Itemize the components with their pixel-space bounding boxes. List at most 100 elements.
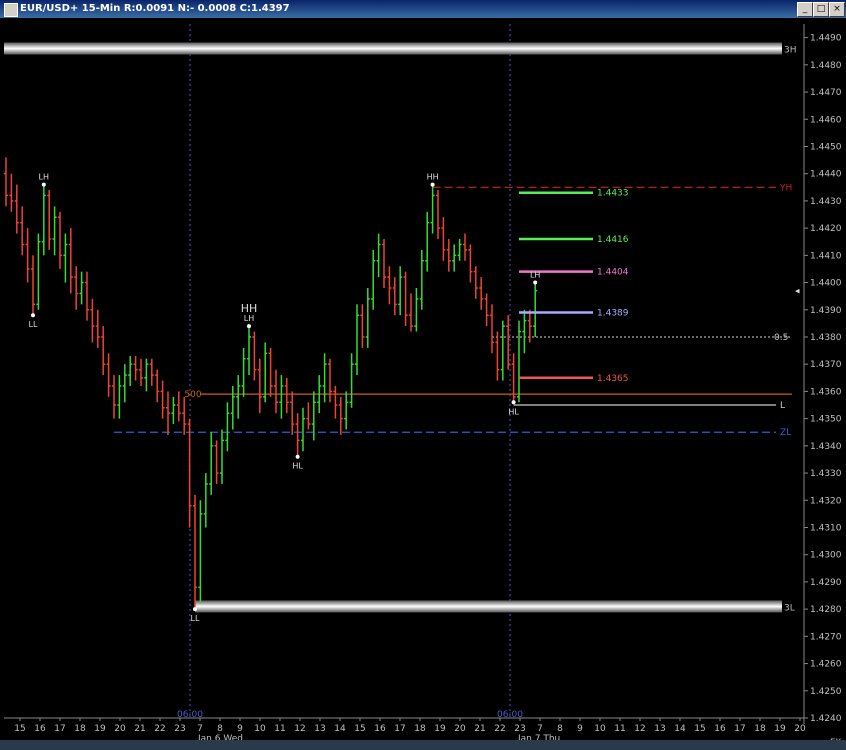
price-tick-label: 1.4480	[810, 61, 842, 71]
swing-label: LL	[29, 320, 38, 329]
time-tick-label: 19	[774, 724, 786, 734]
level-band-3l	[195, 600, 782, 613]
swing-point	[533, 280, 538, 285]
level-label: L	[780, 401, 785, 411]
time-tick-label: 15	[14, 724, 25, 734]
swing-label: LH	[244, 314, 254, 323]
price-tick-label: 1.4380	[810, 333, 842, 343]
time-tick-label: 22	[154, 724, 165, 734]
time-tick-label: 8	[217, 724, 223, 734]
level-label: 0.5	[774, 333, 788, 343]
swing-point	[511, 400, 516, 405]
time-tick-label: 19	[434, 724, 446, 734]
time-tick-label: 18	[754, 724, 766, 734]
price-tick-label: 1.4390	[810, 306, 842, 316]
time-tick-label: 22	[494, 724, 505, 734]
price-tick-label: 1.4260	[810, 660, 842, 670]
time-tick-label: 20	[794, 724, 806, 734]
target-label: 1.4416	[597, 235, 629, 245]
time-tick-label: 20	[114, 724, 126, 734]
minimize-button[interactable]: _	[797, 2, 813, 17]
target-label: 1.4404	[597, 268, 629, 278]
price-tick-label: 1.4250	[810, 687, 842, 697]
time-tick-label: 10	[254, 724, 266, 734]
price-tick-label: 1.4420	[810, 224, 842, 234]
time-tick-label: 16	[714, 724, 726, 734]
level-label: 3H	[784, 45, 797, 55]
level-label: ZL	[780, 428, 791, 438]
session-label: 06:00	[177, 710, 203, 720]
time-tick-label: 20	[454, 724, 466, 734]
swing-label: HL	[508, 407, 519, 416]
price-tick-label: 1.4340	[810, 442, 842, 452]
time-tick-label: 18	[414, 724, 426, 734]
target-label: 1.4433	[597, 189, 629, 199]
time-tick-label: 9	[577, 724, 583, 734]
price-tick-label: 1.4350	[810, 415, 842, 425]
swing-point	[247, 324, 251, 329]
status-strip	[0, 740, 846, 750]
maximize-button[interactable]: □	[813, 2, 829, 17]
price-tick-label: 1.4270	[810, 632, 842, 642]
price-tick-label: 1.4320	[810, 496, 842, 506]
price-tick-label: 1.4330	[810, 469, 842, 479]
time-tick-label: 15	[694, 724, 705, 734]
time-tick-label: 17	[54, 724, 65, 734]
time-tick-label: 16	[374, 724, 386, 734]
current-price-marker: ◂	[795, 287, 800, 297]
swing-point	[193, 607, 197, 612]
price-tick-label: 1.4300	[810, 551, 842, 561]
price-tick-label: 1.4400	[810, 279, 842, 289]
swing-point	[41, 182, 46, 187]
time-tick-label: 15	[354, 724, 365, 734]
time-tick-label: 19	[94, 724, 106, 734]
price-tick-label: 1.4440	[810, 170, 842, 180]
swing-label: HL	[292, 462, 303, 471]
time-tick-label: 16	[34, 724, 46, 734]
target-label: 1.4365	[597, 374, 629, 384]
swing-label: LH	[39, 173, 49, 182]
close-button[interactable]: ×	[829, 2, 845, 17]
swing-label: HH	[427, 173, 439, 182]
swing-point	[31, 313, 35, 318]
swing-label: LH	[530, 271, 540, 280]
level-band-3h	[4, 42, 782, 55]
time-tick-label: 13	[654, 724, 665, 734]
price-tick-label: 1.4410	[810, 251, 842, 261]
price-tick-label: 1.4280	[810, 605, 842, 615]
price-tick-label: 1.4490	[810, 34, 842, 44]
price-chart[interactable]: 3H YH 0.5 500 L ZL 3L 1.4433 1.4416 1.4404 1.4389…	[0, 18, 846, 740]
swing-label: LL	[191, 614, 200, 623]
window-menu-icon[interactable]	[4, 3, 18, 17]
price-tick-label: 1.4450	[810, 142, 842, 152]
price-tick-label: 1.4370	[810, 360, 842, 370]
time-tick-label: 12	[294, 724, 305, 734]
time-tick-label: 17	[394, 724, 405, 734]
chart-background	[0, 18, 846, 740]
price-tick-label: 1.4360	[810, 387, 842, 397]
target-label: 1.4389	[597, 308, 629, 318]
time-tick-label: 10	[594, 724, 606, 734]
price-tick-label: 1.4310	[810, 523, 842, 533]
level-label: 500	[184, 390, 201, 400]
time-tick-label: 14	[674, 724, 686, 734]
time-tick-label: 14	[334, 724, 346, 734]
price-tick-label: 1.4470	[810, 88, 842, 98]
time-tick-label: 7	[537, 724, 543, 734]
time-tick-label: 8	[557, 724, 563, 734]
price-tick-label: 1.4430	[810, 197, 842, 207]
swing-point	[430, 182, 435, 187]
time-tick-label: 23	[174, 724, 185, 734]
time-tick-label: 23	[514, 724, 525, 734]
time-tick-label: 13	[314, 724, 325, 734]
time-tick-label: 21	[134, 724, 145, 734]
level-label: YH	[779, 183, 792, 193]
window-title: EUR/USD+ 15-Min R:0.0091 N:- 0.0008 C:1.…	[20, 3, 290, 14]
time-tick-label: 18	[74, 724, 86, 734]
session-label: 06:00	[497, 710, 523, 720]
time-tick-label: 9	[237, 724, 243, 734]
time-tick-label: 7	[197, 724, 203, 734]
title-bar: EUR/USD+ 15-Min R:0.0091 N:- 0.0008 C:1.…	[0, 0, 846, 19]
time-tick-label: 21	[474, 724, 485, 734]
price-tick-label: 1.4290	[810, 578, 842, 588]
